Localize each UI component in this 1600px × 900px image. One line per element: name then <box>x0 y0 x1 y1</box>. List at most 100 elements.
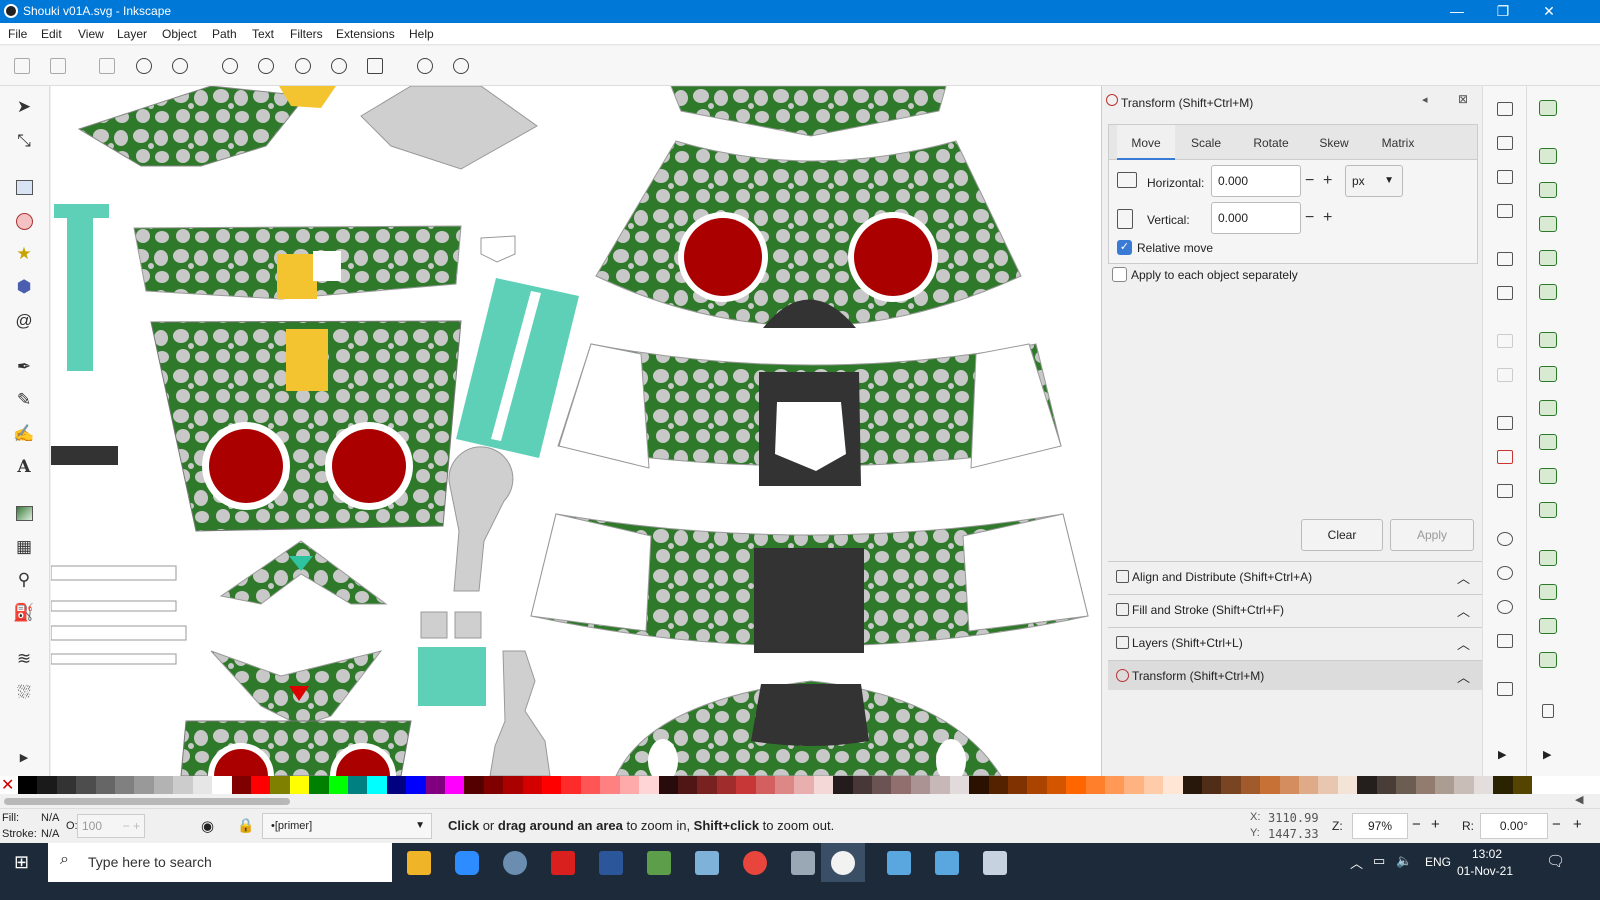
menu-text[interactable]: Text <box>252 27 274 41</box>
snap-intersection-icon[interactable] <box>1539 400 1557 416</box>
palette-swatch[interactable] <box>503 776 524 794</box>
palette-swatch[interactable] <box>969 776 989 794</box>
opacity-input[interactable]: 100 − + <box>77 814 145 838</box>
vertical-decrement-button[interactable]: − <box>1305 210 1314 226</box>
horizontal-increment-button[interactable]: + <box>1323 173 1332 189</box>
gradient-tool-icon[interactable] <box>13 502 35 524</box>
menu-view[interactable]: View <box>78 27 104 41</box>
paint-app-icon[interactable] <box>503 851 527 875</box>
palette-swatch[interactable] <box>1202 776 1222 794</box>
layer-select[interactable]: •[primer] ▼ <box>262 813 432 839</box>
snap-guide-icon[interactable] <box>1539 618 1557 634</box>
expand-commands-icon[interactable]: ▶ <box>1498 748 1506 761</box>
palette-swatch[interactable] <box>1104 776 1125 794</box>
palette-swatch[interactable] <box>639 776 660 794</box>
expand-toolbox-icon[interactable]: ▶ <box>13 746 35 768</box>
palette-swatch[interactable] <box>1415 776 1436 794</box>
palette-swatch[interactable] <box>794 776 815 794</box>
image-viewer-icon[interactable] <box>647 851 671 875</box>
zoom-selection-icon[interactable] <box>14 58 30 74</box>
palette-swatch[interactable] <box>1434 776 1455 794</box>
snap-toggle-icon[interactable] <box>1539 100 1557 116</box>
vertical-increment-button[interactable]: + <box>1323 210 1332 226</box>
palette-swatch[interactable] <box>910 776 931 794</box>
battery-icon[interactable]: ▭ <box>1373 853 1385 869</box>
zoom-1-1-icon[interactable] <box>295 58 311 74</box>
taskbar-search-box[interactable]: ⌕ Type here to search <box>48 843 392 882</box>
pen-tool-icon[interactable]: ✒ <box>13 356 35 378</box>
palette-swatch[interactable] <box>250 776 271 794</box>
taskbar-date[interactable]: 01-Nov-21 <box>1457 864 1513 878</box>
snap-rotation-center-icon[interactable] <box>1539 584 1557 600</box>
palette-swatch[interactable] <box>192 776 213 794</box>
duplicate-icon[interactable] <box>1497 682 1513 696</box>
palette-swatch[interactable] <box>1279 776 1300 794</box>
palette-swatch[interactable] <box>95 776 116 794</box>
palette-swatch[interactable] <box>1027 776 1048 794</box>
menu-path[interactable]: Path <box>212 27 237 41</box>
spiral-tool-icon[interactable]: @ <box>13 310 35 332</box>
star-tool-icon[interactable]: ★ <box>13 243 35 265</box>
palette-swatch[interactable] <box>600 776 621 794</box>
palette-swatch[interactable] <box>852 776 873 794</box>
align-distribute-expander[interactable]: Align and Distribute (Shift+Ctrl+A) ︿ <box>1108 561 1482 591</box>
cut-icon[interactable] <box>1497 450 1513 464</box>
snap-page-icon[interactable] <box>1542 704 1554 718</box>
zoom-width-icon[interactable] <box>331 58 347 74</box>
calligraphy-tool-icon[interactable]: ✍ <box>13 423 35 445</box>
zoom-in-icon[interactable] <box>222 58 238 74</box>
copy-icon[interactable] <box>1497 416 1513 430</box>
menu-layer[interactable]: Layer <box>117 27 147 41</box>
palette-swatch[interactable] <box>833 776 854 794</box>
zoom-fit-icon[interactable] <box>367 58 383 74</box>
palette-swatch[interactable] <box>1337 776 1358 794</box>
horizontal-scroll-thumb[interactable] <box>4 798 290 805</box>
layers-expander[interactable]: Layers (Shift+Ctrl+L) ︿ <box>1108 627 1482 657</box>
palette-swatch[interactable] <box>988 776 1009 794</box>
tab-scale[interactable]: Scale <box>1177 125 1235 161</box>
zoom-next-icon[interactable] <box>453 58 469 74</box>
new-document-icon[interactable] <box>1497 102 1513 116</box>
palette-swatch[interactable] <box>115 776 135 794</box>
palette-swatch[interactable] <box>1124 776 1145 794</box>
paint-bucket-tool-icon[interactable]: ⛽ <box>13 602 35 624</box>
palette-swatch[interactable] <box>1454 776 1475 794</box>
horizontal-input[interactable]: 0.000 <box>1211 165 1301 197</box>
snap-bbox-icon[interactable] <box>1539 148 1557 164</box>
zoom-increment-button[interactable]: + <box>1431 816 1440 833</box>
snap-bbox-center-icon[interactable] <box>1539 284 1557 300</box>
zoom-input[interactable]: 97% <box>1352 813 1408 839</box>
palette-swatch[interactable] <box>406 776 427 794</box>
lock-icon[interactable]: 🔒 <box>237 817 254 834</box>
tab-matrix[interactable]: Matrix <box>1365 125 1431 161</box>
tab-skew[interactable]: Skew <box>1305 125 1363 161</box>
spray-tool-icon[interactable]: ⛆ <box>13 682 35 704</box>
eye-visibility-icon[interactable]: ◉ <box>201 817 214 835</box>
fill-stroke-expander[interactable]: Fill and Stroke (Shift+Ctrl+F) ︿ <box>1108 594 1482 624</box>
word-icon[interactable] <box>599 851 623 875</box>
unit-select[interactable]: px ▼ <box>1345 165 1403 197</box>
mesh-tool-icon[interactable]: ▦ <box>13 536 35 558</box>
maximize-button[interactable]: ❐ <box>1480 0 1526 23</box>
zoom-fit-icon[interactable] <box>1497 634 1513 648</box>
zoom-page-icon[interactable] <box>99 58 115 74</box>
palette-swatch[interactable] <box>445 776 465 794</box>
palette-swatch[interactable] <box>309 776 330 794</box>
snap-bbox-corner-icon[interactable] <box>1539 216 1557 232</box>
palette-swatch[interactable] <box>775 776 795 794</box>
zoom-out-icon[interactable] <box>258 58 274 74</box>
zoom-drawing-icon[interactable] <box>1497 566 1513 580</box>
palette-swatch[interactable] <box>677 776 698 794</box>
zoom-page-icon[interactable] <box>1497 600 1513 614</box>
palette-swatch[interactable] <box>949 776 970 794</box>
rotation-decrement-button[interactable]: − <box>1552 816 1561 833</box>
chrome-icon[interactable] <box>743 851 767 875</box>
palette-swatch[interactable] <box>1007 776 1028 794</box>
dock-collapse-icon[interactable]: ◂ <box>1422 93 1428 106</box>
snap-line-midpoint-icon[interactable] <box>1539 502 1557 518</box>
tray-expand-icon[interactable]: ︿ <box>1350 853 1363 872</box>
notification-icon[interactable]: 🗨 <box>1546 852 1565 870</box>
apply-each-checkbox[interactable] <box>1112 267 1127 282</box>
palette-swatch[interactable] <box>1260 776 1281 794</box>
save-icon[interactable] <box>1497 170 1513 184</box>
